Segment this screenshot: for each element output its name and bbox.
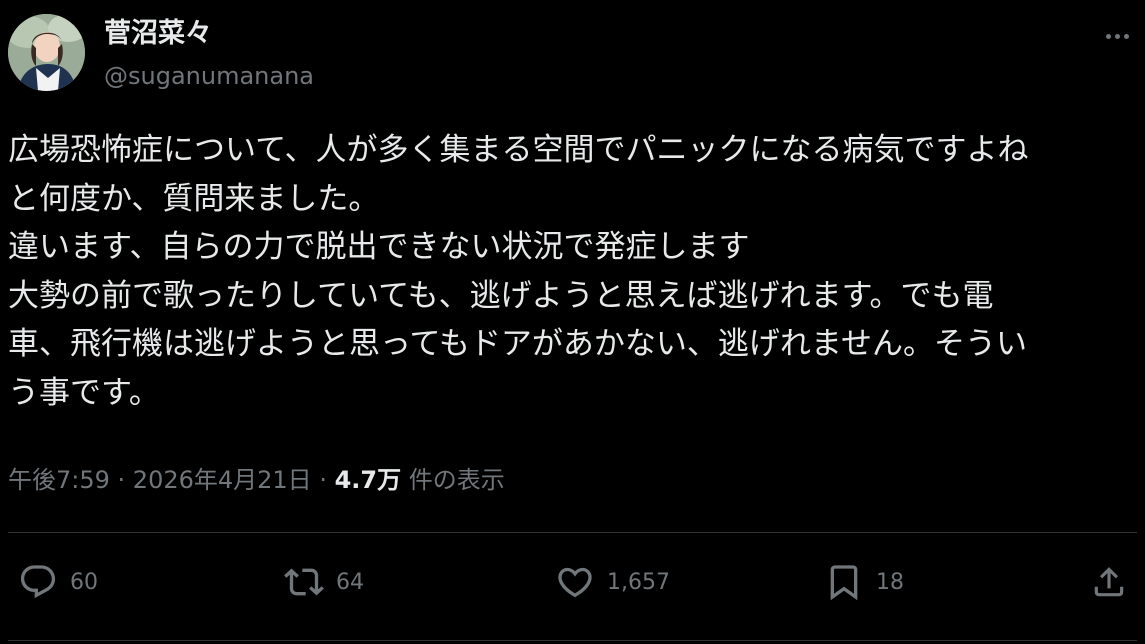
post-time[interactable]: 午後7:59	[8, 466, 110, 494]
author-handle[interactable]: @suganumanana	[104, 60, 314, 92]
post-metadata: 午後7:59 · 2026年4月21日 · 4.7万 件の表示	[8, 460, 505, 500]
post-text: 広場恐怖症について、人が多く集まる空間でパニックになる病気ですよね と何度か、質…	[8, 126, 1138, 417]
divider	[8, 532, 1137, 533]
post-date[interactable]: 2026年4月21日	[133, 466, 312, 494]
views-count[interactable]: 4.7万	[335, 466, 402, 494]
reply-bubble-icon	[20, 565, 56, 599]
post-text-line: 広場恐怖症について、人が多く集まる空間でパニックになる病気ですよね	[8, 132, 1029, 168]
post-text-line: 大勢の前で歌ったりしていても、逃げようと思えば逃げれます。でも電	[8, 277, 994, 314]
share-upload-icon	[1094, 567, 1124, 597]
more-horizontal-icon	[1114, 33, 1120, 39]
avatar[interactable]	[8, 14, 85, 91]
action-bar: 60 64 1,657 18	[0, 556, 1145, 608]
reply-button[interactable]: 60	[18, 556, 98, 608]
heart-icon	[558, 567, 592, 598]
meta-separator: ·	[109, 466, 133, 494]
avatar-portrait	[8, 14, 85, 91]
repost-count: 64	[336, 569, 364, 595]
repost-button[interactable]: 64	[284, 556, 364, 608]
author-display-name[interactable]: 菅沼菜々	[104, 16, 212, 52]
like-button[interactable]: 1,657	[555, 556, 670, 608]
views-label: 件の表示	[401, 466, 505, 494]
post-text-line: 違います、自らの力で脱出できない状況で発症します	[8, 229, 750, 265]
reply-count: 60	[70, 569, 98, 595]
share-button[interactable]	[1090, 556, 1128, 608]
like-count: 1,657	[607, 569, 670, 595]
divider	[8, 640, 1137, 641]
bookmark-button[interactable]: 18	[824, 556, 904, 608]
post-text-line: う事です。	[8, 374, 160, 411]
repost-arrows-icon	[284, 568, 324, 596]
more-options-button[interactable]	[1099, 22, 1135, 50]
bookmark-count: 18	[876, 569, 904, 595]
post-text-line: と何度か、質問来ました。	[8, 180, 380, 217]
more-horizontal-icon	[1105, 33, 1111, 39]
meta-separator: ·	[311, 466, 335, 494]
bookmark-icon	[830, 565, 858, 601]
more-horizontal-icon	[1123, 33, 1129, 39]
post-text-line: 車、飛行機は逃げようと思ってもドアがあかない、逃げれません。そうい	[8, 326, 1027, 362]
